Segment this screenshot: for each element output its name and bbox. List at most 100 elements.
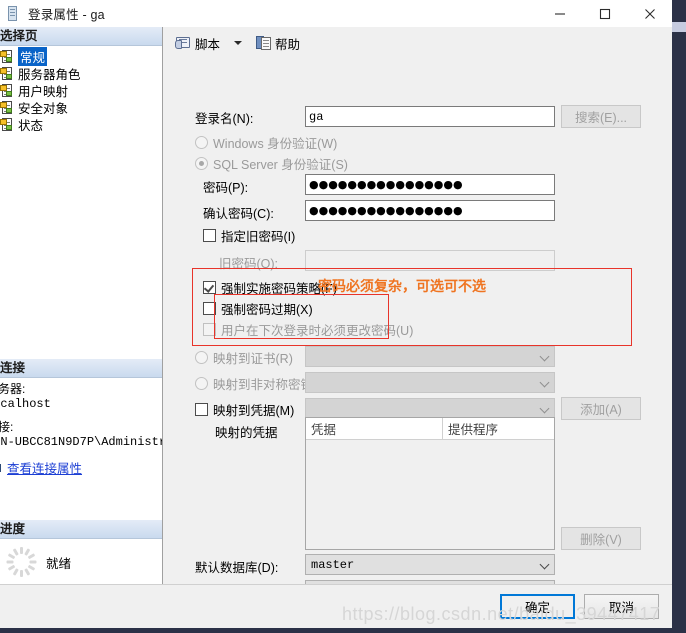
checkbox-enforce-password-policy[interactable] <box>203 281 216 294</box>
minimize-icon[interactable] <box>537 0 582 27</box>
listview-header: 凭据 提供程序 <box>306 418 554 440</box>
help-icon <box>256 35 272 51</box>
checkbox-must-change-password[interactable] <box>203 323 216 336</box>
page-icon <box>0 66 15 81</box>
credential-combobox[interactable] <box>305 398 555 419</box>
chevron-down-icon <box>541 404 550 413</box>
cancel-button[interactable]: 取消 <box>584 594 659 619</box>
checkbox-specify-old-password[interactable] <box>203 229 216 242</box>
remove-credential-button[interactable]: 删除(V) <box>561 527 641 550</box>
close-icon[interactable] <box>627 0 672 27</box>
maximize-icon[interactable] <box>582 0 627 27</box>
login-name-input[interactable]: ga <box>305 106 555 127</box>
chevron-down-icon <box>541 352 550 361</box>
column-header-credential: 凭据 <box>306 418 443 439</box>
progress-header: 进度 <box>0 520 162 539</box>
script-icon <box>175 35 192 51</box>
specify-old-password-label: 指定旧密码(I) <box>221 230 296 244</box>
default-database-label: 默认数据库(D): <box>195 561 279 575</box>
must-change-label: 用户在下次登录时必须更改密码(U) <box>221 324 414 338</box>
desktop-background-strip-lower <box>672 22 686 32</box>
server-label: 服务器: <box>0 382 26 396</box>
asymmetric-key-combobox[interactable] <box>305 372 555 393</box>
enforce-policy-row[interactable]: 强制实施密码策略(F) <box>203 278 337 297</box>
old-password-label: 旧密码(O): <box>219 257 279 271</box>
view-connection-properties-row[interactable]: 查看连接属性 <box>0 458 162 477</box>
map-certificate-label: 映射到证书(R) <box>213 352 293 366</box>
dialog-footer: 确定 取消 <box>0 584 672 628</box>
windows-auth-radio-row[interactable]: Windows 身份验证(W) <box>195 133 337 152</box>
page-icon <box>0 83 15 98</box>
sidebar-item-status[interactable]: 状态 <box>0 116 162 133</box>
checkbox-enforce-password-expiration[interactable] <box>203 302 216 315</box>
confirm-password-value: ●●●●●●●●●●●●●●●● <box>309 204 463 217</box>
confirm-password-input[interactable]: ●●●●●●●●●●●●●●●● <box>305 200 555 221</box>
sql-auth-radio-row[interactable]: SQL Server 身份验证(S) <box>195 154 348 173</box>
radio-map-to-asymmetric-key[interactable] <box>195 377 208 390</box>
connection-label: 连接: <box>0 420 14 434</box>
network-icon <box>0 461 4 475</box>
enforce-expiration-label: 强制密码过期(X) <box>221 303 313 317</box>
specify-old-password-row[interactable]: 指定旧密码(I) <box>203 226 295 245</box>
help-button[interactable]: 帮助 <box>252 31 304 55</box>
sidebar-item-user-mapping[interactable]: 用户映射 <box>0 82 162 99</box>
radio-map-to-certificate[interactable] <box>195 351 208 364</box>
password-label: 密码(P): <box>203 181 249 195</box>
radio-windows-auth[interactable] <box>195 136 208 149</box>
login-name-value: ga <box>309 109 324 124</box>
ok-button-label: 确定 <box>524 601 550 615</box>
map-credential-row[interactable]: 映射到凭据(M) <box>195 400 294 419</box>
chevron-down-icon <box>541 378 550 387</box>
map-certificate-row[interactable]: 映射到证书(R) <box>195 348 293 367</box>
general-page-form: 登录名(N): ga 搜索(E)... Windows 身份验证(W) SQL … <box>163 59 672 584</box>
toolbar: 脚本 帮助 <box>163 27 672 60</box>
certificate-combobox[interactable] <box>305 346 555 367</box>
chevron-down-icon[interactable] <box>234 41 243 45</box>
page-list: 常规 服务器角色 用户映射 安全对象 状态 <box>0 46 162 133</box>
mapped-credentials-listview[interactable]: 凭据 提供程序 <box>305 417 555 550</box>
ok-button[interactable]: 确定 <box>500 594 575 619</box>
password-value: ●●●●●●●●●●●●●●●● <box>309 178 463 191</box>
document-icon <box>6 5 20 22</box>
radio-sql-auth[interactable] <box>195 157 208 170</box>
title-bar: 登录属性 - ga <box>0 0 672 27</box>
cancel-button-label: 取消 <box>608 601 634 615</box>
checkbox-map-to-credential[interactable] <box>195 403 208 416</box>
left-navigation-pane: 选择页 常规 服务器角色 用户映射 安全对象 状态 连接 器: calhost … <box>0 27 163 584</box>
help-label: 帮助 <box>275 37 301 52</box>
column-header-provider: 提供程序 <box>448 423 499 437</box>
view-connection-properties-link[interactable]: 查看连接属性 <box>7 458 82 477</box>
chevron-down-icon <box>541 560 550 569</box>
map-credential-label: 映射到凭据(M) <box>213 404 295 418</box>
old-password-input[interactable] <box>305 250 555 271</box>
password-input[interactable]: ●●●●●●●●●●●●●●●● <box>305 174 555 195</box>
login-name-label: 登录名(N): <box>195 112 254 126</box>
connection-value: WIN-UBCC81N9D7P\Administrat <box>0 435 162 449</box>
script-label: 脚本 <box>195 37 221 52</box>
right-content-pane: 脚本 帮助 登录名(N): ga 搜索(E)... Windows 身份验证(W… <box>163 27 672 584</box>
sidebar-item-server-roles[interactable]: 服务器角色 <box>0 65 162 82</box>
sql-auth-label: SQL Server 身份验证(S) <box>213 158 348 172</box>
sidebar-item-securables[interactable]: 安全对象 <box>0 99 162 116</box>
default-database-value: master <box>311 557 355 572</box>
enforce-expiration-row[interactable]: 强制密码过期(X) <box>203 299 313 318</box>
progress-spinner-icon <box>6 547 36 577</box>
search-button[interactable]: 搜索(E)... <box>561 105 641 128</box>
remove-button-label: 删除(V) <box>580 533 622 547</box>
sidebar-item-general[interactable]: 常规 <box>0 47 162 66</box>
progress-status-text: 就绪 <box>46 556 72 571</box>
default-database-combobox[interactable]: master <box>305 554 555 575</box>
add-button-label: 添加(A) <box>580 403 622 417</box>
must-change-row[interactable]: 用户在下次登录时必须更改密码(U) <box>203 320 413 339</box>
script-button[interactable]: 脚本 <box>171 31 224 55</box>
confirm-password-label: 确认密码(C): <box>203 207 274 221</box>
connection-header: 连接 <box>0 359 162 378</box>
progress-row: 就绪 <box>0 539 162 577</box>
select-page-header: 选择页 <box>0 27 162 46</box>
login-properties-dialog: 登录属性 - ga 选择页 常规 服务器角色 用户映射 安全对象 状态 连接 器… <box>0 0 672 628</box>
add-credential-button[interactable]: 添加(A) <box>561 397 641 420</box>
sidebar-item-label: 状态 <box>18 119 44 133</box>
search-button-label: 搜索(E)... <box>574 111 628 125</box>
mapped-credentials-label: 映射的凭据 <box>215 426 278 440</box>
window-controls <box>537 0 672 27</box>
